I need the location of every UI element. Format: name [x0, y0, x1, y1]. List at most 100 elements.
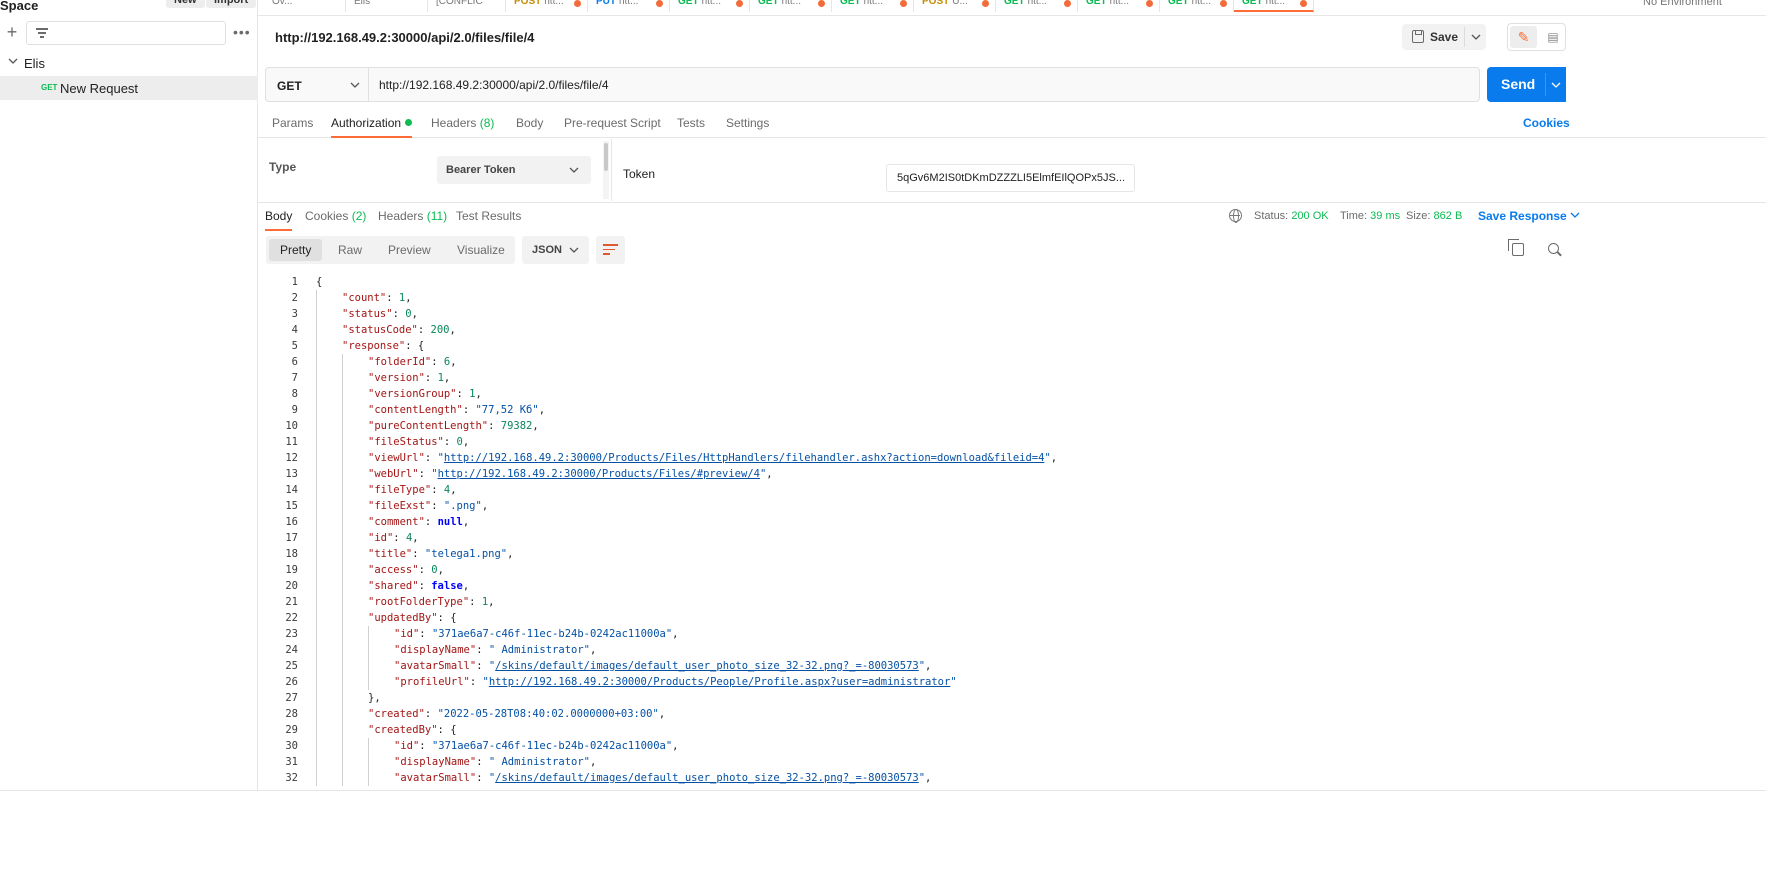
request-tab[interactable]: POST U...	[914, 0, 996, 12]
tab-tests[interactable]: Tests	[677, 116, 705, 130]
tab-authorization[interactable]: Authorization	[331, 116, 413, 138]
code-line: 10 "pureContentLength": 79382,	[258, 418, 1766, 434]
comments-icon[interactable]: ▤	[1542, 26, 1564, 48]
tab-label: htt...	[619, 0, 639, 7]
view-visualize-button[interactable]: Visualize	[446, 239, 516, 261]
response-size[interactable]: Size: 862 B	[1406, 210, 1462, 222]
globe-icon[interactable]	[1229, 209, 1242, 223]
tab-authorization-label: Authorization	[331, 116, 402, 130]
response-status[interactable]: Status: 200 OK	[1254, 210, 1329, 222]
tab-method: GET	[758, 0, 779, 7]
code-text: "displayName": " Administrator",	[394, 644, 597, 656]
sidebar-request-item[interactable]: GET New Request	[0, 76, 258, 100]
wrap-lines-button[interactable]	[596, 236, 625, 264]
code-text: "comment": null,	[368, 516, 470, 528]
response-tab-cookies[interactable]: Cookies (2)	[305, 209, 366, 223]
active-indicator-dot	[405, 119, 413, 126]
request-title[interactable]: http://192.168.49.2:30000/api/2.0/files/…	[275, 30, 534, 45]
send-options-button[interactable]	[1545, 73, 1566, 96]
code-line: 15 "fileExst": ".png",	[258, 498, 1766, 514]
add-collection-icon[interactable]: +	[4, 22, 20, 42]
view-preview-button[interactable]: Preview	[377, 239, 442, 261]
send-button[interactable]: Send	[1487, 67, 1566, 102]
size-value: 862 B	[1433, 210, 1463, 222]
tab-headers[interactable]: Headers (8)	[431, 116, 494, 130]
response-tab-body[interactable]: Body	[265, 209, 293, 231]
line-number: 10	[285, 420, 298, 432]
save-button[interactable]: Save	[1402, 24, 1486, 50]
edit-mode-icon[interactable]: ✎	[1510, 26, 1537, 48]
view-raw-button[interactable]: Raw	[327, 239, 373, 261]
tab-body[interactable]: Body	[516, 116, 543, 130]
environment-selector[interactable]: No Environment	[1643, 0, 1722, 8]
code-text: "id": 4,	[368, 532, 419, 544]
collection-item[interactable]: Elis	[0, 52, 258, 74]
line-number: 7	[291, 372, 298, 384]
tab-prerequest-script[interactable]: Pre-request Script	[564, 116, 661, 130]
filter-icon	[35, 28, 49, 38]
tab-method: POST	[922, 0, 950, 7]
response-tab-headers[interactable]: Headers (11)	[378, 209, 447, 223]
code-line: 18 "title": "telega1.png",	[258, 546, 1766, 562]
token-input[interactable]	[886, 164, 1135, 192]
indent-guide	[316, 290, 317, 786]
tab-label: U...	[952, 0, 968, 7]
indent-guide	[368, 626, 369, 690]
code-text: "response": {	[342, 340, 425, 352]
filter-input[interactable]	[26, 21, 226, 45]
code-text: },	[368, 692, 381, 704]
auth-type-select[interactable]: Bearer Token	[437, 156, 591, 184]
sidebar: Space New Import + ••• Elis GET New Requ…	[0, 0, 258, 896]
request-tab[interactable]: GET htt...	[996, 0, 1078, 12]
code-line: 8 "versionGroup": 1,	[258, 386, 1766, 402]
search-icon[interactable]	[1548, 243, 1559, 254]
request-tab[interactable]: GET htt...	[670, 0, 750, 12]
code-text: "viewUrl": "http://192.168.49.2:30000/Pr…	[368, 452, 1058, 464]
tab-label: htt...	[1191, 0, 1212, 7]
view-pretty-button[interactable]: Pretty	[269, 239, 323, 261]
request-tab[interactable]: PUT htt...	[588, 0, 670, 12]
url-input[interactable]	[368, 67, 1480, 102]
chevron-down-icon	[1551, 82, 1561, 88]
unsaved-dot-icon	[982, 0, 989, 7]
cookies-link[interactable]: Cookies	[1523, 116, 1570, 130]
request-tab[interactable]: GET htt...	[1234, 0, 1314, 12]
code-line: 7 "version": 1,	[258, 370, 1766, 386]
copy-icon[interactable]	[1508, 239, 1524, 256]
save-response-button[interactable]: Save Response	[1478, 209, 1580, 223]
line-number: 32	[285, 772, 298, 784]
code-line: 28 "created": "2022-05-28T08:40:02.000000…	[258, 706, 1766, 722]
line-number: 8	[291, 388, 298, 400]
code-text: "pureContentLength": 79382,	[368, 420, 539, 432]
collection-name: Elis	[24, 56, 45, 71]
import-button[interactable]: Import	[206, 0, 257, 8]
new-button[interactable]: New	[166, 0, 205, 8]
more-options-icon[interactable]: •••	[233, 24, 251, 40]
request-tab[interactable]: Elis	[346, 0, 428, 12]
format-select[interactable]: JSON	[522, 236, 589, 264]
save-options-button[interactable]	[1464, 27, 1486, 47]
save-icon	[1412, 30, 1424, 43]
tab-label: Ov...	[272, 0, 293, 7]
auth-scrollbar[interactable]	[603, 141, 609, 199]
request-tab[interactable]: GET htt...	[1160, 0, 1234, 12]
line-number: 19	[285, 564, 298, 576]
code-line: 20 "shared": false,	[258, 578, 1766, 594]
response-body-viewer[interactable]: 1{2 "count": 1, 3 "status": 0, 4 "statusCode"…	[258, 274, 1766, 786]
line-number: 15	[285, 500, 298, 512]
request-tab[interactable]: GET htt...	[832, 0, 914, 12]
tab-params[interactable]: Params	[272, 116, 313, 130]
request-tab[interactable]: POST htt...	[506, 0, 588, 12]
status-label: Status:	[1254, 210, 1289, 222]
line-number: 25	[285, 660, 298, 672]
blank-area	[0, 796, 1766, 896]
response-time[interactable]: Time: 39 ms	[1340, 210, 1400, 222]
request-tab[interactable]: [CONFLIC	[428, 0, 506, 12]
request-tab[interactable]: Ov...	[264, 0, 346, 12]
request-tab[interactable]: GET htt...	[750, 0, 832, 12]
request-tab[interactable]: GET htt...	[1078, 0, 1160, 12]
method-select[interactable]: GET	[265, 67, 368, 102]
tab-settings[interactable]: Settings	[726, 116, 769, 130]
tab-label: htt...	[781, 0, 802, 7]
response-tab-test-results[interactable]: Test Results	[456, 209, 521, 223]
